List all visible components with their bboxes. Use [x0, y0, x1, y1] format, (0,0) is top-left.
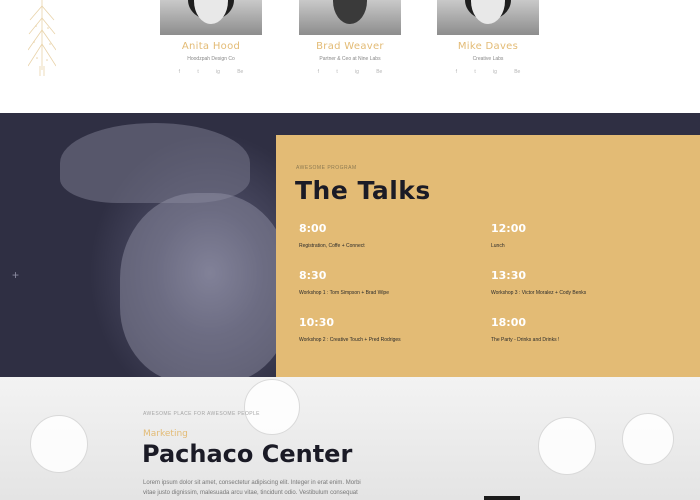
venue-heading: Pachaco Center: [142, 440, 353, 468]
slot-time: 8:00: [299, 222, 327, 235]
facebook-icon[interactable]: f: [456, 69, 457, 75]
ornament-decoration: [244, 379, 300, 435]
ornament-decoration: [538, 417, 596, 475]
santa-hat-shape: [60, 123, 250, 203]
portrait-shape: [120, 193, 290, 377]
social-links: f t ig Be: [299, 69, 401, 75]
venue-image-edge: [484, 496, 520, 500]
facebook-icon[interactable]: f: [179, 69, 180, 75]
slot-time: 18:00: [491, 316, 527, 329]
schedule-slot: 8:30 Workshop 1 : Tom Simpson + Brad Wip…: [299, 269, 479, 296]
twitter-icon[interactable]: t: [336, 69, 337, 75]
slot-time: 12:00: [491, 222, 527, 235]
slot-description: Workshop 1 : Tom Simpson + Brad Wipe: [299, 290, 389, 296]
behance-icon[interactable]: Be: [376, 69, 382, 75]
slot-description: Lunch: [491, 243, 505, 249]
twitter-icon[interactable]: t: [197, 69, 198, 75]
speaker-name[interactable]: Anita Hood: [160, 41, 262, 52]
program-title: The Talks: [295, 176, 431, 205]
speaker-photo: [437, 0, 539, 35]
speaker-role: Partner & Ceo at Nine Labs: [319, 56, 381, 62]
instagram-icon[interactable]: ig: [493, 69, 497, 75]
slot-time: 10:30: [299, 316, 335, 329]
twitter-icon[interactable]: t: [474, 69, 475, 75]
slot-time: 8:30: [299, 269, 327, 282]
instagram-icon[interactable]: ig: [355, 69, 359, 75]
facebook-icon[interactable]: f: [318, 69, 319, 75]
slot-description: Registration, Coffe + Connect: [299, 243, 365, 249]
slot-description: Workshop 3 : Victor Moralez + Cody Benks: [491, 290, 587, 296]
plus-icon: +: [12, 268, 20, 282]
speaker-name[interactable]: Brad Weaver: [299, 41, 401, 52]
venue-description: Lorem ipsum dolor sit amet, consectetur …: [143, 480, 361, 496]
christmas-tree-icon: [28, 0, 56, 76]
speaker-photo: [299, 0, 401, 35]
speaker-card: Mike Daves Creative Labs f t ig Be: [437, 0, 539, 75]
schedule-slot: 10:30 Workshop 2 : Creative Touch + Pred…: [299, 316, 479, 343]
social-links: f t ig Be: [437, 69, 539, 75]
slot-description: Workshop 2 : Creative Touch + Pred Rodri…: [299, 337, 401, 343]
program-eyebrow: AWESOME PROGRAM: [296, 165, 357, 171]
speakers-section: Anita Hood Hoodzpah Design Co f t ig Be …: [0, 0, 700, 113]
speaker-card: Brad Weaver Partner & Ceo at Nine Labs f…: [299, 0, 401, 75]
schedule-slot: 13:30 Workshop 3 : Victor Moralez + Cody…: [491, 269, 671, 296]
ornament-decoration: [30, 415, 88, 473]
instagram-icon[interactable]: ig: [216, 69, 220, 75]
schedule-slot: 12:00 Lunch: [491, 222, 671, 249]
venue-section: AWESOME PLACE FOR AWESOME PEOPLE Marketi…: [0, 377, 700, 500]
schedule-slot: 18:00 The Party - Drinks and Drinks !: [491, 316, 671, 343]
venue-eyebrow: AWESOME PLACE FOR AWESOME PEOPLE: [143, 411, 260, 417]
slot-description: The Party - Drinks and Drinks !: [491, 337, 560, 343]
speaker-card: Anita Hood Hoodzpah Design Co f t ig Be: [160, 0, 262, 75]
speaker-role: Creative Labs: [472, 56, 504, 62]
behance-icon[interactable]: Be: [237, 69, 243, 75]
speaker-name[interactable]: Mike Daves: [437, 41, 539, 52]
ornament-decoration: [622, 413, 674, 465]
venue-kicker: Marketing: [143, 429, 188, 439]
program-panel: AWESOME PROGRAM The Talks 8:00 Registrat…: [276, 135, 700, 377]
speaker-photo: [160, 0, 262, 35]
schedule-slot: 8:00 Registration, Coffe + Connect: [299, 222, 479, 249]
slot-time: 13:30: [491, 269, 527, 282]
behance-icon[interactable]: Be: [514, 69, 520, 75]
social-links: f t ig Be: [160, 69, 262, 75]
speaker-role: Hoodzpah Design Co: [187, 56, 235, 62]
talks-section: + AWESOME PROGRAM The Talks 8:00 Registr…: [0, 113, 700, 377]
